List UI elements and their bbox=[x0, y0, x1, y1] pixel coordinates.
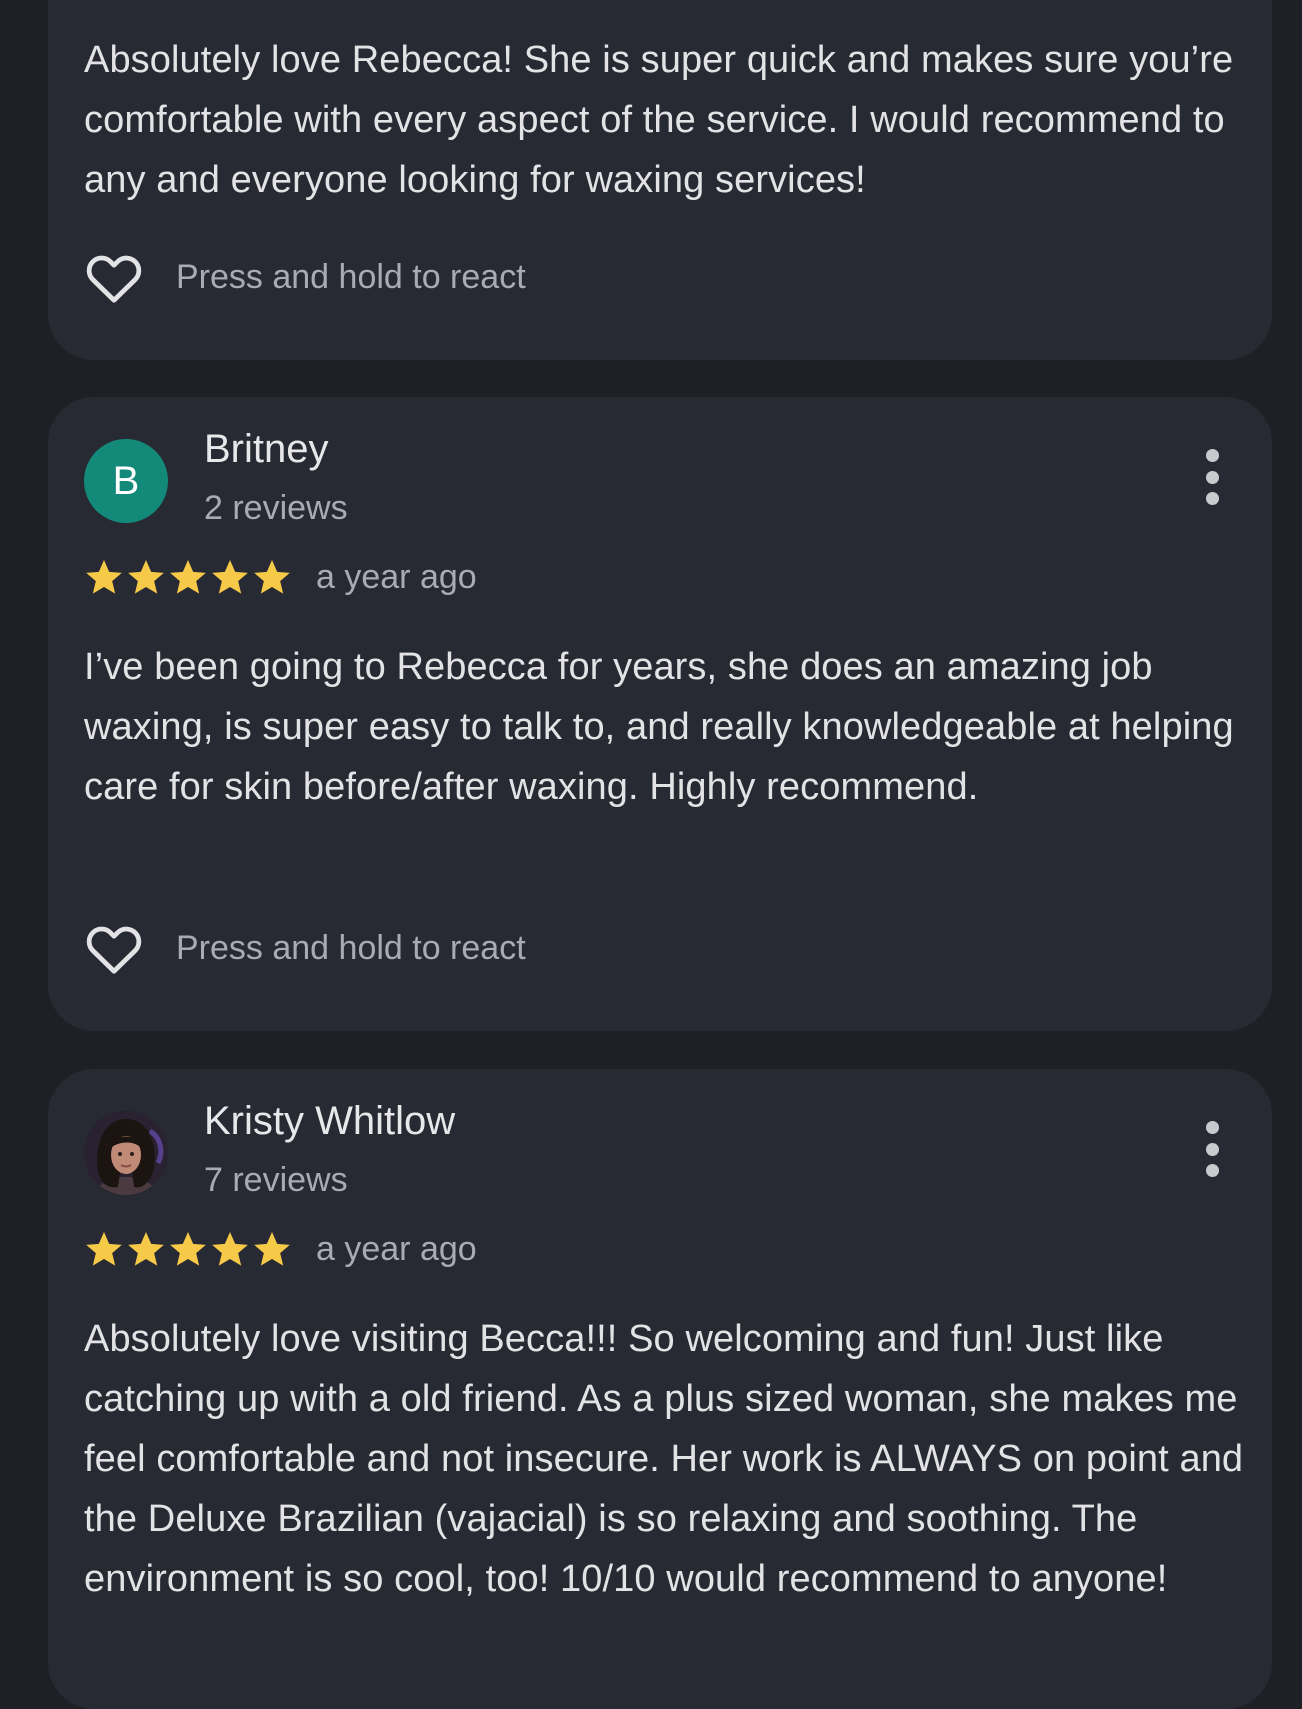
review-date: a year ago bbox=[316, 1229, 477, 1268]
reviewer-name[interactable]: Britney bbox=[204, 427, 329, 472]
more-vert-icon[interactable] bbox=[1200, 1121, 1224, 1177]
star-rating bbox=[84, 557, 294, 597]
avatar-letter: B bbox=[112, 458, 140, 503]
profile-photo-icon bbox=[84, 1111, 168, 1195]
reviewer-name[interactable]: Kristy Whitlow bbox=[204, 1099, 455, 1144]
react-button[interactable]: Press and hold to react bbox=[84, 918, 526, 978]
review-text: Absolutely love Rebecca! She is super qu… bbox=[84, 39, 1234, 201]
review-count: 7 reviews bbox=[204, 1161, 348, 1199]
avatar[interactable] bbox=[84, 1111, 168, 1195]
more-vert-icon[interactable] bbox=[1200, 449, 1224, 505]
star-icon bbox=[254, 560, 290, 594]
react-label: Press and hold to react bbox=[176, 257, 526, 296]
star-icon bbox=[86, 560, 122, 594]
star-icon bbox=[86, 1232, 122, 1266]
review-card: B Britney 2 reviews a year ago I’ve been… bbox=[48, 397, 1272, 1031]
star-icon bbox=[212, 1232, 248, 1266]
review-card: Kristy Whitlow 7 reviews a year ago Abso… bbox=[48, 1069, 1272, 1709]
star-icon bbox=[170, 560, 206, 594]
star-icon bbox=[254, 1232, 290, 1266]
rating-row: a year ago bbox=[84, 555, 477, 599]
react-button[interactable]: Press and hold to react bbox=[84, 247, 526, 307]
heart-outline-icon[interactable] bbox=[84, 918, 144, 978]
review-card: Absolutely love Rebecca! She is super qu… bbox=[48, 0, 1272, 360]
rating-row: a year ago bbox=[84, 1227, 477, 1271]
avatar[interactable]: B bbox=[84, 439, 168, 523]
review-text: Absolutely love visiting Becca!!! So wel… bbox=[84, 1318, 1244, 1600]
review-text: I’ve been going to Rebecca for years, sh… bbox=[84, 646, 1234, 808]
star-icon bbox=[128, 560, 164, 594]
star-icon bbox=[128, 1232, 164, 1266]
react-label: Press and hold to react bbox=[176, 928, 526, 967]
review-count: 2 reviews bbox=[204, 489, 348, 527]
star-icon bbox=[212, 560, 248, 594]
review-date: a year ago bbox=[316, 557, 477, 596]
heart-outline-icon[interactable] bbox=[84, 247, 144, 307]
star-rating bbox=[84, 1229, 294, 1269]
star-icon bbox=[170, 1232, 206, 1266]
